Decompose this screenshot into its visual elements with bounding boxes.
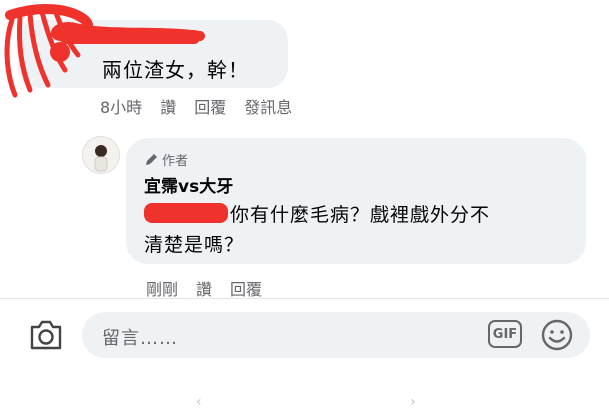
comment-input-placeholder: 留言…… xyxy=(102,328,178,349)
reply-bubble: 作者 宜霈vs大牙 你有什麼毛病？戲裡戲外分不 清楚是嗎？ xyxy=(126,138,586,264)
like-link[interactable]: 讚 xyxy=(196,276,212,300)
comment-input[interactable]: 留言…… GIF xyxy=(82,312,590,358)
chevron-left-icon[interactable]: ‹ xyxy=(196,394,202,410)
reply-time: 剛剛 xyxy=(146,280,179,299)
author-name[interactable]: 宜霈vs大牙 xyxy=(144,172,233,197)
emoji-icon[interactable] xyxy=(540,318,574,352)
comment-actions: 8小時 讚 回覆 發訊息 xyxy=(100,94,292,118)
pencil-icon xyxy=(146,153,157,165)
chevron-right-icon[interactable]: › xyxy=(410,394,416,410)
message-link[interactable]: 發訊息 xyxy=(244,94,292,118)
author-badge-label: 作者 xyxy=(162,154,189,169)
avatar-image xyxy=(83,137,119,173)
reply-text-line1: 你有什麼毛病？戲裡戲外分不 xyxy=(230,204,491,226)
avatar[interactable] xyxy=(82,136,120,174)
reply-actions: 剛剛 讚 回覆 xyxy=(146,276,262,300)
like-link[interactable]: 讚 xyxy=(160,94,176,118)
author-badge: 作者 xyxy=(144,150,188,169)
divider xyxy=(0,298,609,299)
gif-button[interactable]: GIF xyxy=(488,320,522,348)
bottom-bar: ‹ › xyxy=(0,386,609,420)
reply-link[interactable]: 回覆 xyxy=(230,276,262,300)
camera-icon[interactable] xyxy=(28,318,64,352)
red-scribble-redaction xyxy=(144,203,228,223)
comment-time: 8小時 xyxy=(100,98,143,117)
reply-link[interactable]: 回覆 xyxy=(194,94,226,118)
reply-text-line2: 清楚是嗎？ xyxy=(144,234,245,256)
